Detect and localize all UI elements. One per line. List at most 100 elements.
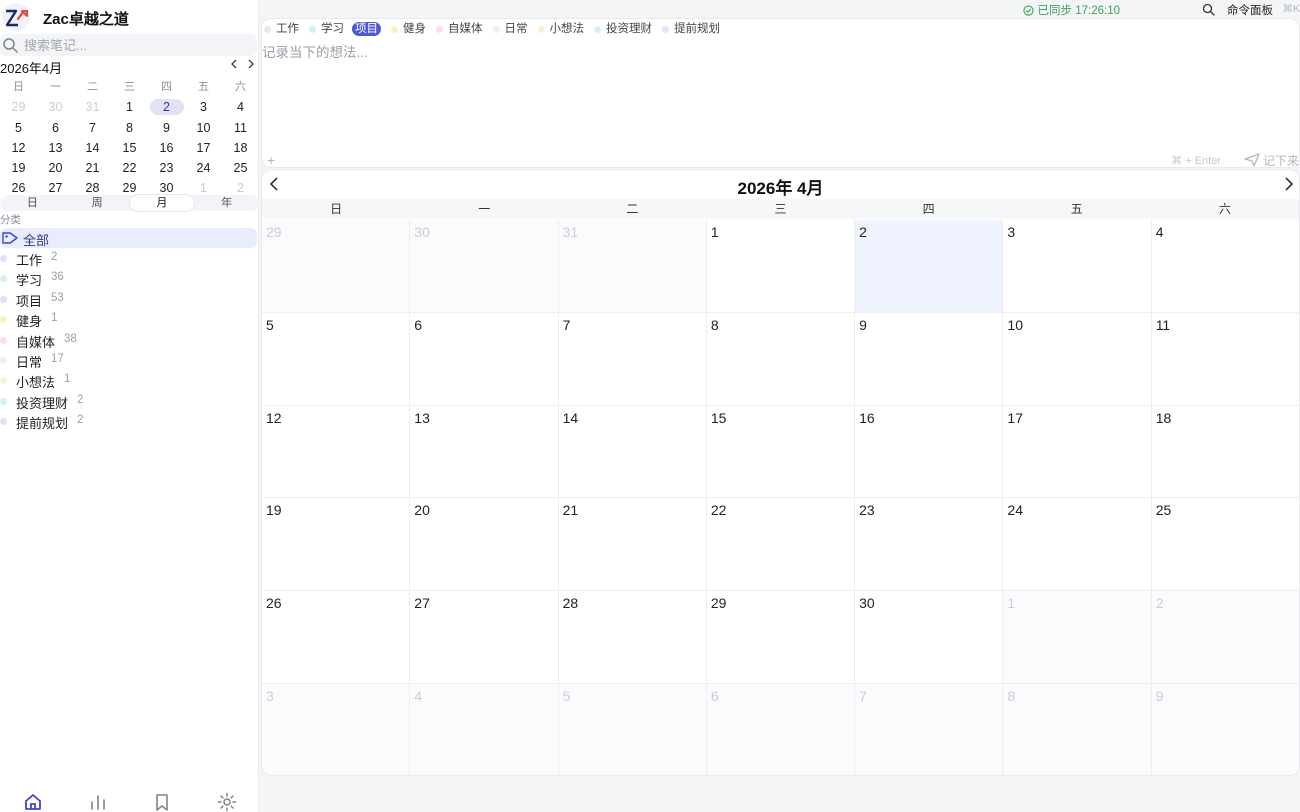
category-item[interactable]: 提前规划 2 <box>0 411 259 431</box>
tag-chip[interactable]: 项目 <box>352 20 381 38</box>
calendar-day-cell[interactable]: 11 <box>1151 312 1299 406</box>
calendar-day-cell[interactable]: 23 <box>855 498 1004 592</box>
mini-day[interactable]: 14 <box>74 138 111 158</box>
tag-chip[interactable]: 日常 <box>491 20 528 38</box>
mini-day[interactable]: 15 <box>111 138 148 158</box>
mini-day[interactable]: 2 <box>148 97 185 117</box>
calendar-day-cell[interactable]: 7 <box>855 683 1004 775</box>
tag-chip[interactable]: 自媒体 <box>434 20 483 38</box>
bookmark-button[interactable] <box>152 792 172 812</box>
mini-day[interactable]: 1 <box>111 97 148 117</box>
mini-day[interactable]: 18 <box>222 138 259 158</box>
tag-chip[interactable]: 提前规划 <box>660 20 720 38</box>
calendar-day-cell[interactable]: 9 <box>855 312 1004 406</box>
calendar-day-cell[interactable]: 6 <box>706 683 856 775</box>
calendar-day-cell[interactable]: 28 <box>558 591 707 684</box>
calendar-day-cell[interactable]: 21 <box>558 498 707 592</box>
calendar-day-cell[interactable]: 24 <box>1003 498 1152 592</box>
command-search-button[interactable] <box>1202 3 1215 19</box>
mini-day[interactable]: 7 <box>74 118 111 138</box>
note-input[interactable] <box>262 41 1292 151</box>
mini-day[interactable]: 11 <box>222 118 259 138</box>
view-option[interactable]: 日 <box>0 195 65 211</box>
calendar-day-cell[interactable]: 10 <box>1003 312 1152 406</box>
mini-day[interactable]: 31 <box>74 97 111 117</box>
mini-day[interactable]: 23 <box>148 158 185 178</box>
mini-calendar-prev-button[interactable] <box>226 58 242 74</box>
submit-button[interactable]: 记下来 <box>1243 152 1299 169</box>
mini-day[interactable]: 6 <box>37 118 74 138</box>
category-item[interactable]: 投资理财 2 <box>0 391 259 411</box>
mini-day[interactable]: 20 <box>37 158 74 178</box>
calendar-day-cell[interactable]: 20 <box>410 498 559 592</box>
tag-chip[interactable]: 工作 <box>262 20 299 38</box>
mini-day[interactable]: 13 <box>37 138 74 158</box>
calendar-day-cell[interactable]: 2 <box>855 220 1004 313</box>
mini-day[interactable]: 5 <box>0 118 37 138</box>
view-option[interactable]: 年 <box>194 195 259 211</box>
view-option[interactable]: 周 <box>65 195 130 211</box>
calendar-day-cell[interactable]: 5 <box>262 312 411 406</box>
mini-day[interactable]: 22 <box>111 158 148 178</box>
calendar-day-cell[interactable]: 17 <box>1003 405 1152 499</box>
tag-chip[interactable]: 健身 <box>389 20 426 38</box>
mini-day[interactable]: 8 <box>111 118 148 138</box>
calendar-day-cell[interactable]: 30 <box>855 591 1004 684</box>
calendar-day-cell[interactable]: 13 <box>410 405 559 499</box>
mini-day[interactable]: 25 <box>222 158 259 178</box>
next-month-button[interactable] <box>1279 175 1297 193</box>
mini-calendar-next-button[interactable] <box>243 58 259 74</box>
stats-button[interactable] <box>88 792 108 812</box>
calendar-day-cell[interactable]: 25 <box>1151 498 1299 592</box>
mini-day[interactable]: 21 <box>74 158 111 178</box>
tag-chip[interactable]: 投资理财 <box>592 20 652 38</box>
calendar-day-cell[interactable]: 1 <box>1003 591 1152 684</box>
calendar-day-cell[interactable]: 14 <box>558 405 707 499</box>
calendar-day-cell[interactable]: 27 <box>410 591 559 684</box>
category-item[interactable]: 自媒体 38 <box>0 330 259 350</box>
calendar-day-cell[interactable]: 22 <box>706 498 856 592</box>
calendar-day-cell[interactable]: 2 <box>1151 591 1299 684</box>
calendar-day-cell[interactable]: 1 <box>706 220 856 313</box>
mini-day[interactable]: 29 <box>0 97 37 117</box>
mini-day[interactable]: 16 <box>148 138 185 158</box>
home-button[interactable] <box>23 792 43 812</box>
calendar-day-cell[interactable]: 6 <box>410 312 559 406</box>
calendar-day-cell[interactable]: 19 <box>262 498 411 592</box>
mini-day[interactable]: 30 <box>37 97 74 117</box>
calendar-day-cell[interactable]: 26 <box>262 591 411 684</box>
calendar-day-cell[interactable]: 8 <box>706 312 856 406</box>
category-item[interactable]: 学习 36 <box>0 268 259 288</box>
tag-chip[interactable]: 学习 <box>307 20 344 38</box>
tag-chip[interactable]: 小想法 <box>536 20 584 38</box>
calendar-day-cell[interactable]: 29 <box>262 220 411 313</box>
calendar-day-cell[interactable]: 7 <box>558 312 707 406</box>
mini-day[interactable]: 4 <box>222 97 259 117</box>
category-item[interactable]: 小想法 1 <box>0 370 259 390</box>
calendar-day-cell[interactable]: 18 <box>1151 405 1299 499</box>
mini-day[interactable]: 3 <box>185 97 222 117</box>
calendar-day-cell[interactable]: 3 <box>1003 220 1152 313</box>
category-item[interactable]: 日常 17 <box>0 350 259 370</box>
calendar-day-cell[interactable]: 3 <box>262 683 411 775</box>
category-all[interactable]: 全部 <box>0 228 257 248</box>
search-input[interactable] <box>24 35 249 55</box>
calendar-day-cell[interactable]: 9 <box>1151 683 1299 775</box>
calendar-day-cell[interactable]: 5 <box>558 683 707 775</box>
calendar-day-cell[interactable]: 12 <box>262 405 411 499</box>
mini-day[interactable]: 12 <box>0 138 37 158</box>
command-palette-button[interactable]: 命令面板 <box>1227 2 1273 18</box>
mini-day[interactable]: 17 <box>185 138 222 158</box>
calendar-day-cell[interactable]: 4 <box>1151 220 1299 313</box>
search-box[interactable] <box>0 34 257 56</box>
mini-day[interactable]: 24 <box>185 158 222 178</box>
calendar-day-cell[interactable]: 30 <box>410 220 559 313</box>
category-item[interactable]: 工作 2 <box>0 248 259 268</box>
calendar-day-cell[interactable]: 31 <box>558 220 707 313</box>
mini-day[interactable]: 19 <box>0 158 37 178</box>
category-item[interactable]: 健身 1 <box>0 309 259 329</box>
calendar-day-cell[interactable]: 4 <box>410 683 559 775</box>
view-option[interactable]: 月 <box>129 195 195 211</box>
settings-button[interactable] <box>217 792 237 812</box>
calendar-day-cell[interactable]: 16 <box>855 405 1004 499</box>
